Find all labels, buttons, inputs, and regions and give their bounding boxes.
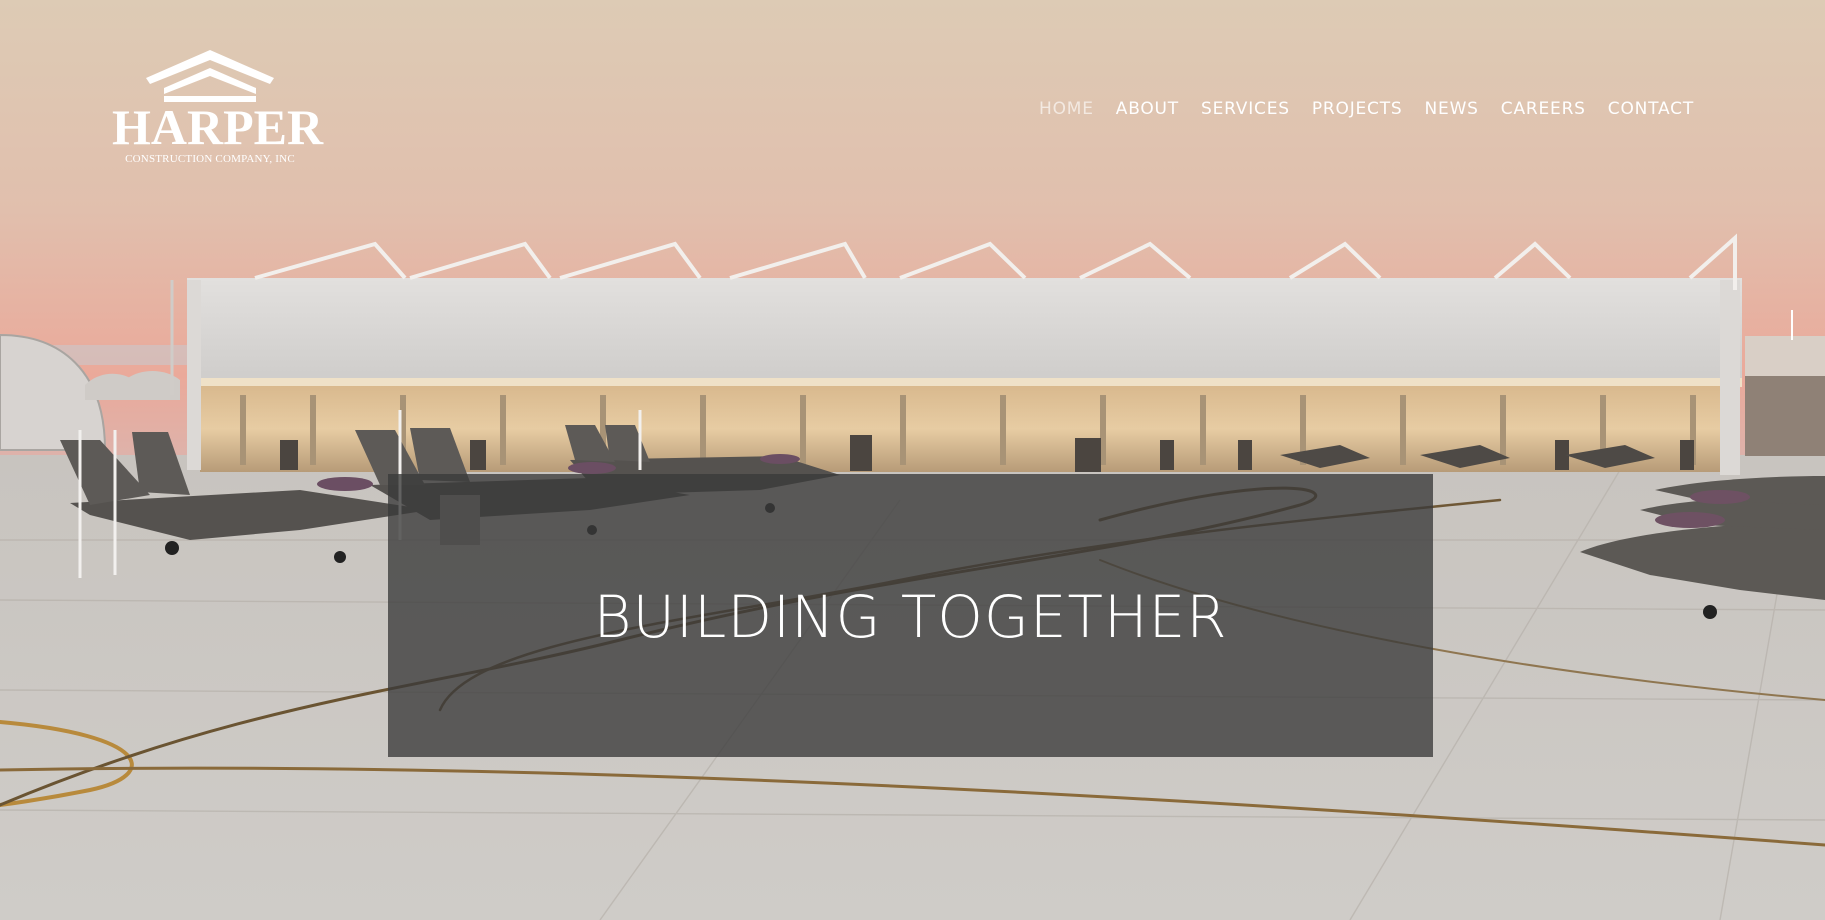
roof-logo-icon [146, 50, 274, 102]
nav-about[interactable]: ABOUT [1105, 98, 1190, 120]
nav-projects[interactable]: PROJECTS [1301, 98, 1414, 120]
hero-overlay-box: BUILDING TOGETHER [388, 474, 1433, 757]
logo-tagline: CONSTRUCTION COMPANY, INC [125, 153, 295, 165]
company-logo[interactable]: HARPER CONSTRUCTION COMPANY, INC [112, 48, 324, 172]
nav-news[interactable]: NEWS [1414, 98, 1490, 120]
hero-section: HARPER CONSTRUCTION COMPANY, INC HOME AB… [0, 0, 1825, 920]
hero-title: BUILDING TOGETHER [593, 583, 1228, 651]
nav-services[interactable]: SERVICES [1190, 98, 1301, 120]
nav-careers[interactable]: CAREERS [1490, 98, 1597, 120]
nav-contact[interactable]: CONTACT [1597, 98, 1705, 120]
main-nav: HOME ABOUT SERVICES PROJECTS NEWS CAREER… [1028, 98, 1705, 120]
nav-home[interactable]: HOME [1028, 98, 1105, 120]
logo-wordmark: HARPER [112, 99, 324, 155]
